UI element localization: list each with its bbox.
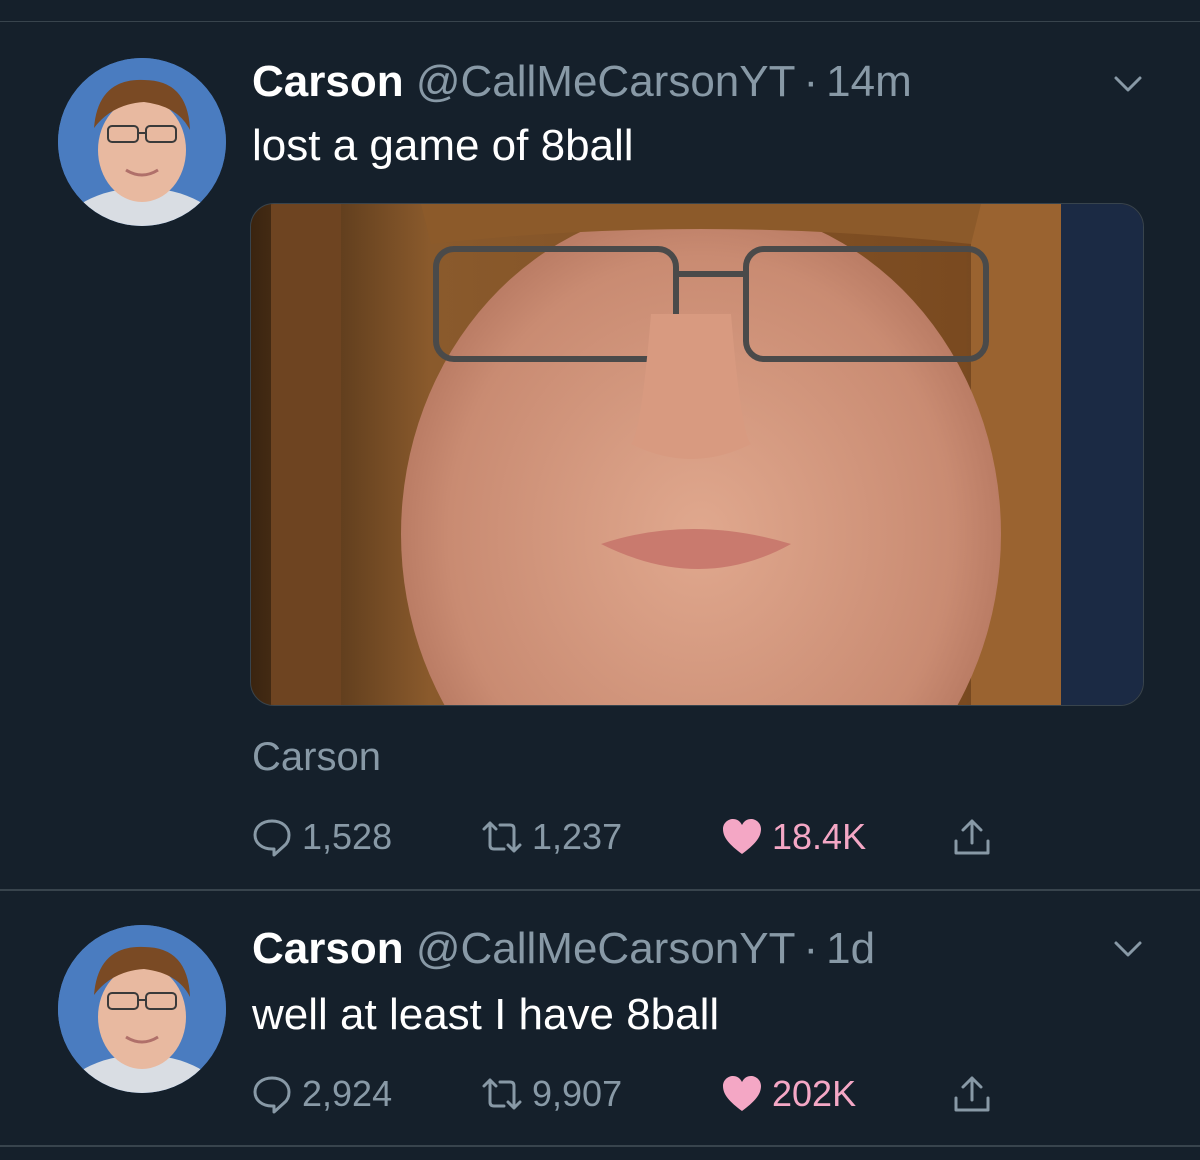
tweet-header: Carson @CallMeCarsonYT · 14m: [252, 56, 912, 108]
retweet-icon: [482, 1078, 522, 1110]
retweet-icon: [482, 821, 522, 853]
avatar[interactable]: [58, 58, 226, 226]
user-handle[interactable]: @CallMeCarsonYT: [416, 924, 796, 973]
share-icon: [954, 1076, 990, 1112]
share-icon: [954, 819, 990, 855]
separator-dot: ·: [803, 924, 819, 973]
display-name[interactable]: Carson: [252, 924, 404, 973]
retweet-count: 9,907: [532, 1073, 623, 1114]
avatar[interactable]: [58, 925, 226, 1093]
like-count: 202K: [772, 1073, 857, 1114]
like-button[interactable]: 18.4K: [720, 812, 866, 862]
avatar-image: [58, 925, 226, 1093]
tweet[interactable]: Carson @CallMeCarsonYT · 1d well at least …: [0, 891, 1200, 1146]
avatar-image: [58, 58, 226, 226]
user-handle[interactable]: @CallMeCarsonYT: [416, 57, 796, 106]
reply-button[interactable]: 1,528: [250, 812, 392, 862]
tweet[interactable]: Carson @CallMeCarsonYT · 14m lost a game o…: [0, 22, 1200, 890]
tweet-photo[interactable]: [250, 203, 1144, 706]
action-bar: 2,924 9,907 202K: [250, 1069, 1050, 1119]
like-button[interactable]: 202K: [720, 1069, 856, 1119]
chevron-down-icon[interactable]: [1110, 931, 1146, 967]
tweet-text: lost a game of 8ball: [252, 121, 634, 170]
heart-icon: [723, 1076, 761, 1111]
share-button[interactable]: [950, 812, 994, 862]
card-caption: Carson: [252, 735, 381, 779]
reply-icon: [253, 819, 291, 857]
share-button[interactable]: [950, 1069, 994, 1119]
display-name[interactable]: Carson: [252, 57, 404, 106]
reply-button[interactable]: 2,924: [250, 1069, 392, 1119]
tweet-divider: [0, 1145, 1200, 1147]
photo-image: [251, 204, 1143, 705]
retweet-button[interactable]: 1,237: [480, 812, 622, 862]
reply-icon: [253, 1076, 291, 1114]
chevron-down-icon[interactable]: [1110, 66, 1146, 102]
retweet-count: 1,237: [532, 816, 623, 857]
reply-count: 2,924: [302, 1073, 393, 1114]
action-bar: 1,528 1,237 18.4K: [250, 812, 1050, 862]
heart-icon: [723, 819, 761, 854]
reply-count: 1,528: [302, 816, 393, 857]
timestamp[interactable]: 14m: [826, 57, 912, 106]
retweet-button[interactable]: 9,907: [480, 1069, 622, 1119]
tweet-header: Carson @CallMeCarsonYT · 1d: [252, 923, 875, 975]
tweet-text: well at least I have 8ball: [252, 990, 720, 1039]
like-count: 18.4K: [772, 816, 867, 857]
timestamp[interactable]: 1d: [826, 924, 875, 973]
separator-dot: ·: [803, 57, 819, 106]
